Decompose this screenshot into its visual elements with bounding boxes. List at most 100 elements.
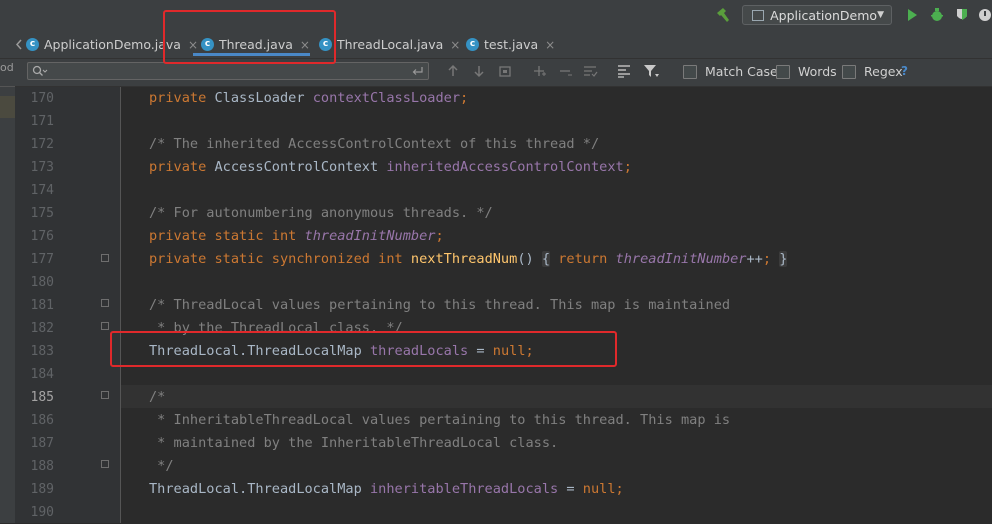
run-config-icon [752,9,765,21]
match-case-checkbox[interactable]: Match Case [683,64,778,79]
code-token: ++ [746,251,763,267]
regex-help-link[interactable]: ? [901,64,908,78]
line-number: 184 [30,367,54,382]
code-line[interactable]: * InheritableThreadLocal values pertaini… [149,409,730,432]
code-line[interactable]: /* For autonumbering anonymous threads. … [149,202,493,225]
fold-marker[interactable] [101,460,109,468]
code-token: inheritableThreadLocals [369,481,559,497]
code-token: threadInitNumber [304,228,436,244]
project-selection-marker [0,96,15,118]
code-line[interactable]: */ [149,455,174,478]
select-all-occurrences-icon[interactable] [582,63,598,79]
code-token: private [149,159,207,175]
code-token: private [149,90,207,106]
fold-marker[interactable] [101,299,109,307]
build-hammer-icon[interactable] [714,6,732,24]
words-label: Words [798,64,837,79]
chevron-left-icon [15,39,22,50]
arrow-down-icon[interactable] [472,64,486,78]
line-number: 188 [30,459,54,474]
fold-marker[interactable] [101,322,109,330]
regex-checkbox[interactable]: Regex [842,64,903,79]
code-line[interactable]: private AccessControlContext inheritedAc… [149,156,632,179]
code-line[interactable]: ThreadLocal.ThreadLocalMap inheritableTh… [149,478,624,501]
code-token: * InheritableThreadLocal values pertaini… [149,412,731,428]
code-token: () [517,251,542,267]
close-icon[interactable]: × [450,38,460,52]
divider [0,86,15,87]
coverage-icon[interactable] [953,6,971,24]
code-line[interactable]: private static int threadInitNumber; [149,225,444,248]
add-occurrence-icon[interactable] [531,63,547,79]
code-line[interactable]: private ClassLoader contextClassLoader; [149,87,468,110]
code-token: ; [435,228,444,244]
code-token: /* ThreadLocal values pertaining to this… [149,297,731,313]
code-line[interactable]: * maintained by the InheritableThreadLoc… [149,432,558,455]
checkbox-box[interactable] [776,64,790,79]
line-number: 175 [30,206,54,221]
code-token: ClassLoader [206,90,313,106]
code-token: } [779,251,788,267]
search-icon[interactable] [32,65,48,77]
code-token: private static int [149,228,297,244]
chevron-down-icon: ▼ [877,10,884,20]
words-checkbox[interactable]: Words [776,64,837,79]
line-number: 189 [30,482,54,497]
annotation-highlight-tab [163,10,336,64]
code-line[interactable]: /* [149,386,165,409]
line-number: 177 [30,252,54,267]
line-number: 181 [30,298,54,313]
java-class-icon: c [26,38,39,51]
line-number: 174 [30,183,54,198]
code-token: ; [762,251,772,267]
code-line[interactable]: private static synchronized int nextThre… [149,248,788,271]
remove-occurrence-icon[interactable] [557,63,573,79]
java-class-icon: c [466,38,479,51]
run-configuration-select[interactable]: ApplicationDemo ▼ [742,5,892,25]
checkbox-box[interactable] [842,64,856,79]
fold-marker[interactable] [101,254,109,262]
tab-label: ApplicationDemo.java [44,37,181,52]
code-line[interactable]: /* ThreadLocal values pertaining to this… [149,294,730,317]
run-config-label: ApplicationDemo [770,7,878,23]
tab-label: ThreadLocal.java [337,37,444,52]
code-token: inheritedAccessControlContext [386,159,624,175]
code-line[interactable]: /* The inherited AccessControlContext of… [149,133,599,156]
tab-test[interactable]: c test.java × [466,31,555,58]
run-icon[interactable] [903,6,921,24]
filter-icon[interactable] [642,63,660,79]
line-number: 186 [30,413,54,428]
code-token: null [582,481,616,497]
match-case-label: Match Case [705,64,778,79]
line-number: 190 [30,505,54,520]
filter-settings-icon[interactable] [616,63,632,79]
project-tool-label[interactable]: od [0,61,14,74]
arrow-up-icon[interactable] [446,64,460,78]
annotation-highlight-thread-locals [110,331,617,367]
code-token: */ [149,458,174,474]
current-line-highlight [121,385,992,408]
debug-icon[interactable] [928,6,946,24]
checkbox-box[interactable] [683,64,697,79]
close-icon[interactable]: × [545,38,555,52]
profiler-icon[interactable] [976,6,992,24]
tab-thread-local[interactable]: c ThreadLocal.java × [319,31,460,58]
line-number: 180 [30,275,54,290]
search-input[interactable] [50,63,410,79]
line-number: 185 [30,390,54,405]
regex-label: Regex [864,64,903,79]
find-search-box[interactable] [27,62,429,80]
code-token: private static synchronized int [149,251,403,267]
fold-marker[interactable] [101,391,109,399]
line-number: 171 [30,114,54,129]
line-number: 176 [30,229,54,244]
find-all-icon[interactable] [498,64,512,78]
line-number: 182 [30,321,54,336]
code-token: return [558,251,608,267]
code-token: /* For autonumbering anonymous threads. … [149,205,493,221]
tab-scroll-left[interactable] [15,31,23,58]
new-line-icon[interactable] [412,66,424,76]
